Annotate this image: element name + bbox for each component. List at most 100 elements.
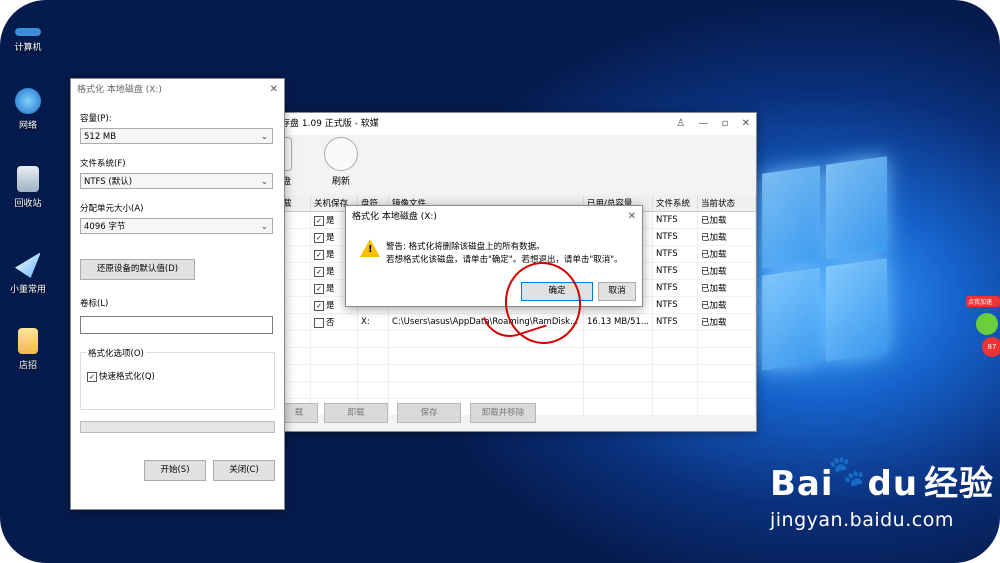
cancel-button[interactable]: 取消	[598, 282, 636, 301]
tool-label: 刷新	[331, 177, 350, 187]
unload-button[interactable]: 卸载	[324, 403, 388, 423]
frog-icon	[976, 313, 998, 335]
format-title: 格式化 本地磁盘 (X:)	[77, 85, 162, 95]
state-cell: 已加载	[697, 279, 756, 297]
close-icon[interactable]: ✕	[270, 84, 278, 95]
checkbox-checked-icon[interactable]: ✓	[314, 283, 324, 294]
refresh-tool-button[interactable]: 刷新	[324, 137, 358, 187]
volume-label-caption: 卷标(L)	[80, 299, 109, 309]
used-cell: 16.13 MB/51...	[583, 313, 653, 331]
fs-cell: NTFS	[652, 313, 698, 331]
fs-cell: NTFS	[652, 245, 698, 263]
fs-cell: NTFS	[652, 296, 698, 314]
checkbox-checked-icon[interactable]: ✓	[314, 249, 324, 260]
quick-format-checkbox[interactable]: ✓ 快速格式化(Q)	[87, 370, 155, 382]
filesystem-value: NTFS (默认)	[84, 177, 133, 187]
checkbox-checked-icon: ✓	[87, 371, 97, 382]
format-titlebar: 格式化 本地磁盘 (X:) ✕	[71, 79, 284, 101]
folder-icon	[18, 328, 38, 354]
recycle-bin-icon	[17, 166, 39, 192]
desktop-icon-label: 小董常用	[9, 285, 46, 295]
chevron-down-icon: ⌄	[260, 222, 268, 232]
computer-icon	[15, 28, 41, 36]
fs-cell: NTFS	[652, 279, 698, 297]
state-cell: 已加载	[697, 245, 756, 263]
save-button[interactable]: 保存	[397, 403, 461, 423]
start-button[interactable]: 开始(S)	[144, 460, 206, 481]
watermark-brand-2: du	[867, 464, 919, 504]
checkbox-checked-icon[interactable]: ✓	[314, 266, 324, 277]
desktop-icon-network[interactable]: 网络	[6, 88, 50, 131]
empty-row	[280, 364, 756, 382]
close-button[interactable]: 关闭(C)	[213, 460, 275, 481]
ramdisk-title: 内存盘 1.09 正式版 - 软媒	[272, 119, 379, 129]
quick-format-label: 快速格式化(Q)	[99, 372, 155, 382]
network-icon	[15, 88, 41, 114]
baidu-jingyan-watermark: Bai du 经验 jingyan.baidu.com	[770, 456, 994, 531]
confirm-titlebar: 格式化 本地磁盘 (X:) ✕	[346, 206, 642, 228]
fs-cell: NTFS	[652, 211, 698, 229]
paw-icon: 🐾	[828, 454, 866, 489]
watermark-url: jingyan.baidu.com	[770, 509, 954, 531]
desktop-icon-label: 计算机	[14, 43, 42, 53]
confirm-title: 格式化 本地磁盘 (X:)	[352, 212, 437, 222]
checkbox-checked-icon[interactable]: ✓	[314, 232, 324, 243]
format-options-group: 格式化选项(O) ✓ 快速格式化(Q)	[80, 347, 275, 410]
unload-remove-button[interactable]: 卸载并移除	[470, 403, 536, 423]
confirm-line-1: 警告: 格式化将删除该磁盘上的所有数据。	[386, 242, 545, 252]
desktop-icon-label: 网络	[18, 121, 37, 131]
allocation-unit-select[interactable]: 4096 字节 ⌄	[80, 218, 273, 234]
confirm-message: 警告: 格式化将删除该磁盘上的所有数据。 若想格式化该磁盘，请单击"确定"。若想…	[386, 241, 623, 267]
capacity-select[interactable]: 512 MB ⌄	[80, 128, 273, 144]
widget-label: 点我加速	[966, 296, 1000, 307]
fs-cell: NTFS	[652, 262, 698, 280]
chevron-down-icon: ⌄	[260, 132, 268, 142]
checkbox-checked-icon[interactable]: ✓	[314, 215, 324, 226]
save-value: 是	[326, 233, 335, 243]
empty-row	[280, 347, 756, 365]
format-dialog: 格式化 本地磁盘 (X:) ✕ 容量(P): 512 MB ⌄ 文件系统(F) N…	[70, 78, 285, 510]
save-value: 是	[326, 216, 335, 226]
allocation-unit-label: 分配单元大小(A)	[80, 204, 144, 214]
desktop-icon-recycle-bin[interactable]: 回收站	[6, 166, 50, 209]
filesystem-label: 文件系统(F)	[80, 159, 126, 169]
format-progress-bar	[80, 421, 275, 433]
windows-logo	[762, 156, 887, 374]
volume-label-input[interactable]	[80, 316, 273, 334]
desktop-icon-computer[interactable]: 计算机	[6, 28, 50, 53]
desktop-icon-shop-sign[interactable]: 店招	[6, 328, 50, 371]
save-value: 是	[326, 301, 335, 311]
state-cell: 已加载	[697, 211, 756, 229]
close-icon[interactable]: ✕	[628, 211, 636, 222]
checkbox-empty-icon[interactable]	[314, 317, 324, 328]
save-cell: 否	[310, 313, 358, 331]
speedup-widget[interactable]: 点我加速 87	[966, 296, 1000, 368]
desktop-icon-shortcuts[interactable]: 小董常用	[6, 252, 50, 295]
maximize-icon[interactable]: ▫	[722, 118, 729, 129]
save-value: 是	[326, 284, 335, 294]
close-icon[interactable]: ✕	[742, 118, 750, 129]
restore-defaults-button[interactable]: 还原设备的默认值(D)	[80, 259, 195, 280]
state-cell: 已加载	[697, 228, 756, 246]
checkbox-checked-icon[interactable]: ✓	[314, 300, 324, 311]
chevron-down-icon: ⌄	[260, 177, 268, 187]
col-header[interactable]: 文件系统	[652, 195, 698, 212]
desktop-icon-label: 回收站	[14, 199, 42, 209]
save-value: 否	[326, 318, 335, 328]
capacity-label: 容量(P):	[80, 114, 112, 124]
save-value: 是	[326, 267, 335, 277]
filesystem-select[interactable]: NTFS (默认) ⌄	[80, 173, 273, 189]
load-button[interactable]: 载	[280, 403, 318, 423]
warning-mark: !	[368, 244, 373, 255]
state-cell: 已加载	[697, 262, 756, 280]
col-header[interactable]: 当前状态	[697, 195, 756, 212]
desktop-icon-label: 店招	[18, 361, 37, 371]
state-cell: 已加载	[697, 296, 756, 314]
ramdisk-titlebar: 内存盘 1.09 正式版 - 软媒 ♙ — ▫ ✕	[266, 113, 756, 135]
minimize-icon[interactable]: —	[698, 118, 708, 129]
allocation-unit-value: 4096 字节	[84, 222, 126, 232]
format-confirm-dialog: 格式化 本地磁盘 (X:) ✕ ! 警告: 格式化将删除该磁盘上的所有数据。 若…	[345, 205, 643, 307]
widget-value: 87	[982, 337, 1000, 357]
state-cell: 已加载	[697, 313, 756, 331]
skin-icon[interactable]: ♙	[676, 118, 685, 129]
